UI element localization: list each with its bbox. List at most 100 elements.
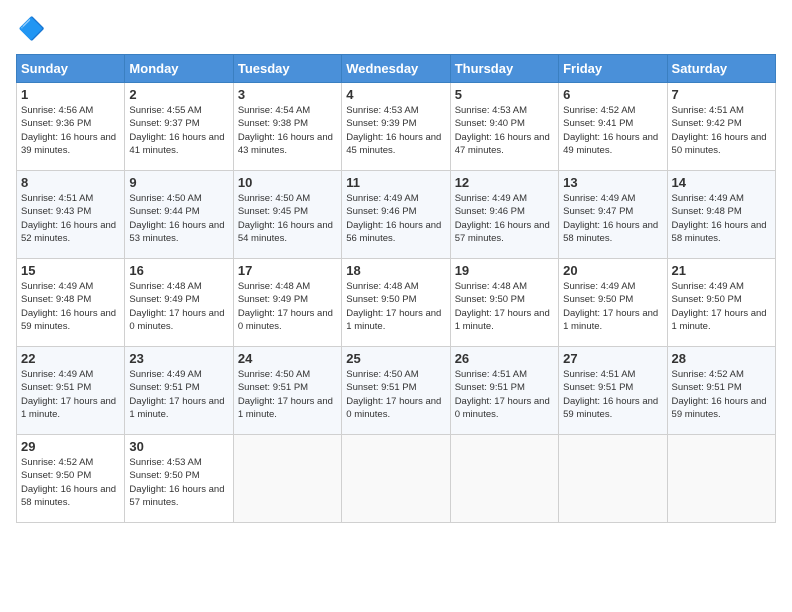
col-monday: Monday (125, 55, 233, 83)
calendar-cell: 7 Sunrise: 4:51 AM Sunset: 9:42 PM Dayli… (667, 83, 775, 171)
day-number: 2 (129, 87, 228, 102)
day-info: Sunrise: 4:50 AM Sunset: 9:45 PM Dayligh… (238, 192, 337, 245)
calendar-cell: 12 Sunrise: 4:49 AM Sunset: 9:46 PM Dayl… (450, 171, 558, 259)
calendar-body: 1 Sunrise: 4:56 AM Sunset: 9:36 PM Dayli… (17, 83, 776, 523)
day-number: 10 (238, 175, 337, 190)
day-number: 27 (563, 351, 662, 366)
calendar-table: Sunday Monday Tuesday Wednesday Thursday… (16, 54, 776, 523)
day-info: Sunrise: 4:49 AM Sunset: 9:50 PM Dayligh… (563, 280, 662, 333)
day-number: 20 (563, 263, 662, 278)
calendar-cell (667, 435, 775, 523)
calendar-cell: 16 Sunrise: 4:48 AM Sunset: 9:49 PM Dayl… (125, 259, 233, 347)
calendar-cell: 13 Sunrise: 4:49 AM Sunset: 9:47 PM Dayl… (559, 171, 667, 259)
calendar-cell: 5 Sunrise: 4:53 AM Sunset: 9:40 PM Dayli… (450, 83, 558, 171)
calendar-cell: 10 Sunrise: 4:50 AM Sunset: 9:45 PM Dayl… (233, 171, 341, 259)
day-info: Sunrise: 4:50 AM Sunset: 9:51 PM Dayligh… (346, 368, 445, 421)
day-info: Sunrise: 4:50 AM Sunset: 9:44 PM Dayligh… (129, 192, 228, 245)
day-number: 9 (129, 175, 228, 190)
day-info: Sunrise: 4:51 AM Sunset: 9:51 PM Dayligh… (455, 368, 554, 421)
day-info: Sunrise: 4:48 AM Sunset: 9:50 PM Dayligh… (455, 280, 554, 333)
day-number: 28 (672, 351, 771, 366)
day-info: Sunrise: 4:49 AM Sunset: 9:47 PM Dayligh… (563, 192, 662, 245)
day-info: Sunrise: 4:48 AM Sunset: 9:50 PM Dayligh… (346, 280, 445, 333)
calendar-cell: 3 Sunrise: 4:54 AM Sunset: 9:38 PM Dayli… (233, 83, 341, 171)
day-info: Sunrise: 4:53 AM Sunset: 9:39 PM Dayligh… (346, 104, 445, 157)
page-header: 🔷 (16, 16, 776, 44)
day-number: 17 (238, 263, 337, 278)
day-number: 5 (455, 87, 554, 102)
calendar-cell: 1 Sunrise: 4:56 AM Sunset: 9:36 PM Dayli… (17, 83, 125, 171)
calendar-cell: 30 Sunrise: 4:53 AM Sunset: 9:50 PM Dayl… (125, 435, 233, 523)
col-saturday: Saturday (667, 55, 775, 83)
day-info: Sunrise: 4:49 AM Sunset: 9:46 PM Dayligh… (346, 192, 445, 245)
day-info: Sunrise: 4:49 AM Sunset: 9:51 PM Dayligh… (129, 368, 228, 421)
calendar-cell (342, 435, 450, 523)
day-info: Sunrise: 4:53 AM Sunset: 9:50 PM Dayligh… (129, 456, 228, 509)
day-info: Sunrise: 4:52 AM Sunset: 9:50 PM Dayligh… (21, 456, 120, 509)
day-number: 23 (129, 351, 228, 366)
day-number: 13 (563, 175, 662, 190)
day-number: 11 (346, 175, 445, 190)
day-number: 25 (346, 351, 445, 366)
calendar-cell: 19 Sunrise: 4:48 AM Sunset: 9:50 PM Dayl… (450, 259, 558, 347)
day-info: Sunrise: 4:52 AM Sunset: 9:41 PM Dayligh… (563, 104, 662, 157)
col-friday: Friday (559, 55, 667, 83)
logo-icon: 🔷 (16, 16, 44, 44)
day-info: Sunrise: 4:51 AM Sunset: 9:51 PM Dayligh… (563, 368, 662, 421)
day-number: 19 (455, 263, 554, 278)
day-info: Sunrise: 4:53 AM Sunset: 9:40 PM Dayligh… (455, 104, 554, 157)
calendar-cell: 26 Sunrise: 4:51 AM Sunset: 9:51 PM Dayl… (450, 347, 558, 435)
calendar-cell: 24 Sunrise: 4:50 AM Sunset: 9:51 PM Dayl… (233, 347, 341, 435)
calendar-cell: 15 Sunrise: 4:49 AM Sunset: 9:48 PM Dayl… (17, 259, 125, 347)
day-number: 29 (21, 439, 120, 454)
day-number: 14 (672, 175, 771, 190)
col-thursday: Thursday (450, 55, 558, 83)
day-info: Sunrise: 4:48 AM Sunset: 9:49 PM Dayligh… (129, 280, 228, 333)
day-info: Sunrise: 4:55 AM Sunset: 9:37 PM Dayligh… (129, 104, 228, 157)
calendar-cell (559, 435, 667, 523)
day-info: Sunrise: 4:51 AM Sunset: 9:42 PM Dayligh… (672, 104, 771, 157)
day-number: 4 (346, 87, 445, 102)
calendar-cell: 14 Sunrise: 4:49 AM Sunset: 9:48 PM Dayl… (667, 171, 775, 259)
day-number: 30 (129, 439, 228, 454)
day-info: Sunrise: 4:49 AM Sunset: 9:48 PM Dayligh… (21, 280, 120, 333)
calendar-cell: 29 Sunrise: 4:52 AM Sunset: 9:50 PM Dayl… (17, 435, 125, 523)
day-info: Sunrise: 4:48 AM Sunset: 9:49 PM Dayligh… (238, 280, 337, 333)
calendar-cell: 17 Sunrise: 4:48 AM Sunset: 9:49 PM Dayl… (233, 259, 341, 347)
col-sunday: Sunday (17, 55, 125, 83)
day-number: 3 (238, 87, 337, 102)
col-wednesday: Wednesday (342, 55, 450, 83)
calendar-cell: 2 Sunrise: 4:55 AM Sunset: 9:37 PM Dayli… (125, 83, 233, 171)
day-number: 18 (346, 263, 445, 278)
day-info: Sunrise: 4:54 AM Sunset: 9:38 PM Dayligh… (238, 104, 337, 157)
calendar-cell: 9 Sunrise: 4:50 AM Sunset: 9:44 PM Dayli… (125, 171, 233, 259)
day-number: 6 (563, 87, 662, 102)
calendar-cell: 23 Sunrise: 4:49 AM Sunset: 9:51 PM Dayl… (125, 347, 233, 435)
calendar-header: Sunday Monday Tuesday Wednesday Thursday… (17, 55, 776, 83)
day-info: Sunrise: 4:50 AM Sunset: 9:51 PM Dayligh… (238, 368, 337, 421)
day-info: Sunrise: 4:56 AM Sunset: 9:36 PM Dayligh… (21, 104, 120, 157)
day-info: Sunrise: 4:49 AM Sunset: 9:48 PM Dayligh… (672, 192, 771, 245)
day-number: 16 (129, 263, 228, 278)
day-number: 1 (21, 87, 120, 102)
day-number: 26 (455, 351, 554, 366)
day-info: Sunrise: 4:49 AM Sunset: 9:50 PM Dayligh… (672, 280, 771, 333)
svg-text:🔷: 🔷 (18, 16, 44, 41)
day-info: Sunrise: 4:51 AM Sunset: 9:43 PM Dayligh… (21, 192, 120, 245)
day-info: Sunrise: 4:52 AM Sunset: 9:51 PM Dayligh… (672, 368, 771, 421)
day-number: 12 (455, 175, 554, 190)
calendar-cell: 22 Sunrise: 4:49 AM Sunset: 9:51 PM Dayl… (17, 347, 125, 435)
day-info: Sunrise: 4:49 AM Sunset: 9:51 PM Dayligh… (21, 368, 120, 421)
calendar-cell: 4 Sunrise: 4:53 AM Sunset: 9:39 PM Dayli… (342, 83, 450, 171)
calendar-cell: 18 Sunrise: 4:48 AM Sunset: 9:50 PM Dayl… (342, 259, 450, 347)
calendar-cell (233, 435, 341, 523)
calendar-cell (450, 435, 558, 523)
calendar-cell: 27 Sunrise: 4:51 AM Sunset: 9:51 PM Dayl… (559, 347, 667, 435)
calendar-cell: 6 Sunrise: 4:52 AM Sunset: 9:41 PM Dayli… (559, 83, 667, 171)
col-tuesday: Tuesday (233, 55, 341, 83)
logo: 🔷 (16, 16, 48, 44)
day-number: 8 (21, 175, 120, 190)
calendar-cell: 21 Sunrise: 4:49 AM Sunset: 9:50 PM Dayl… (667, 259, 775, 347)
calendar-cell: 8 Sunrise: 4:51 AM Sunset: 9:43 PM Dayli… (17, 171, 125, 259)
calendar-cell: 20 Sunrise: 4:49 AM Sunset: 9:50 PM Dayl… (559, 259, 667, 347)
